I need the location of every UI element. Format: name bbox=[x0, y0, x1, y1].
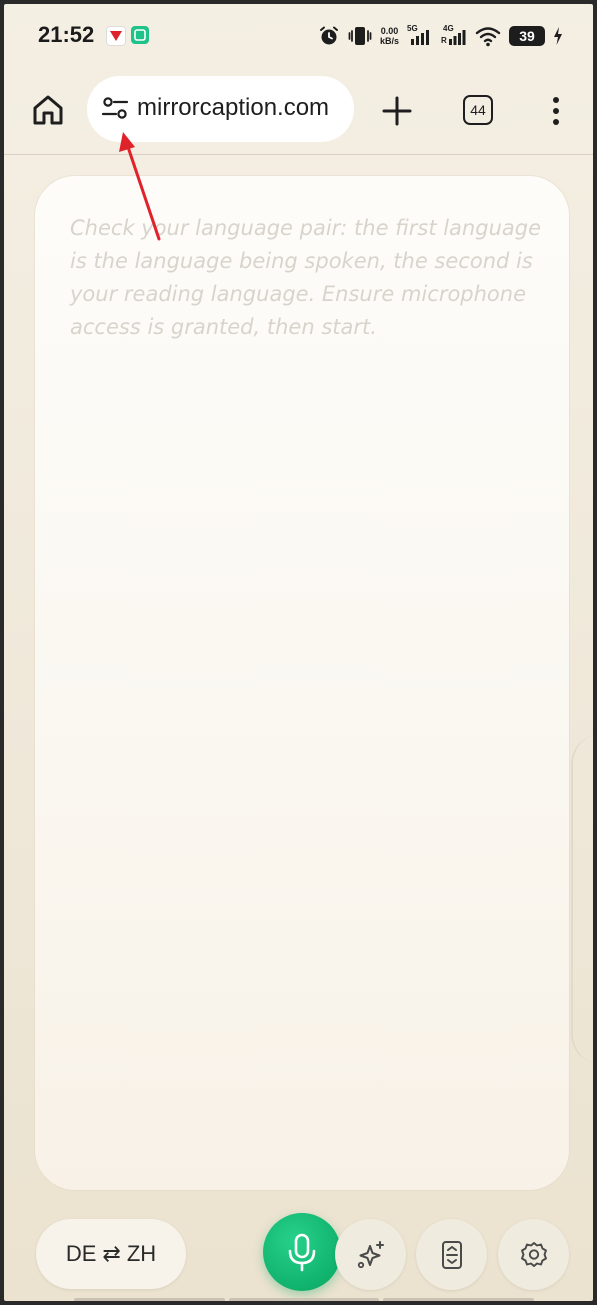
target-language: ZH bbox=[126, 1241, 157, 1266]
battery-indicator: 39 bbox=[509, 26, 545, 46]
net-speed: 0.00 kB/s bbox=[380, 26, 399, 46]
charging-icon bbox=[554, 27, 562, 45]
status-time: 21:52 bbox=[38, 22, 95, 47]
app-notification-green-icon bbox=[131, 26, 149, 44]
swap-languages-icon: ⇄ bbox=[102, 1241, 121, 1266]
source-language: DE bbox=[65, 1241, 97, 1266]
microphone-icon bbox=[288, 1233, 316, 1272]
gesture-segment bbox=[74, 1298, 225, 1301]
caption-panel: Check your language pair: the first lang… bbox=[35, 176, 569, 1190]
net-speed-unit: kB/s bbox=[379, 36, 399, 46]
signal-icon bbox=[449, 30, 466, 45]
net-speed-value: 0.00 bbox=[380, 26, 399, 36]
start-microphone-button[interactable] bbox=[263, 1213, 341, 1291]
app-notification-red-icon bbox=[106, 26, 126, 46]
phone-screen: 21:52 0.00 kB/s 5G 4G R 39 mirrorcaption… bbox=[0, 0, 597, 1305]
vibrate-icon bbox=[348, 27, 372, 45]
tab-switcher-icon[interactable]: 44 bbox=[463, 95, 493, 125]
gesture-bar bbox=[74, 1298, 535, 1301]
signal-5g: 5G bbox=[407, 25, 433, 47]
signal-4g: 4G R bbox=[441, 25, 467, 47]
status-indicators: 0.00 kB/s 5G 4G R 39 bbox=[318, 22, 563, 50]
ai-assistant-button[interactable] bbox=[335, 1219, 406, 1290]
status-bar: 21:52 0.00 kB/s 5G 4G R 39 bbox=[4, 4, 593, 66]
new-tab-icon bbox=[382, 96, 412, 126]
auto-scroll-button[interactable] bbox=[416, 1219, 487, 1290]
toolbar-divider bbox=[4, 154, 593, 155]
new-tab-button[interactable] bbox=[378, 92, 416, 130]
browser-toolbar: mirrorcaption.com 44 bbox=[4, 66, 593, 154]
alarm-icon bbox=[319, 26, 338, 45]
caption-placeholder: Check your language pair: the first lang… bbox=[70, 216, 541, 339]
more-menu-icon[interactable] bbox=[544, 94, 568, 128]
gesture-segment bbox=[383, 1298, 535, 1301]
address-bar[interactable]: mirrorcaption.com bbox=[87, 76, 354, 142]
home-button[interactable] bbox=[28, 90, 68, 130]
ai-sparkle-icon bbox=[357, 1241, 384, 1269]
url-text[interactable]: mirrorcaption.com bbox=[137, 94, 347, 126]
gesture-segment bbox=[228, 1298, 380, 1301]
settings-icon bbox=[521, 1242, 547, 1267]
settings-button[interactable] bbox=[498, 1219, 569, 1290]
language-pair-button[interactable]: DE ⇄ ZH bbox=[36, 1219, 186, 1289]
auto-scroll-icon bbox=[442, 1241, 462, 1269]
side-panel-edge bbox=[571, 734, 593, 1064]
site-settings-icon[interactable] bbox=[100, 93, 130, 123]
signal-icon bbox=[411, 30, 429, 45]
wifi-icon bbox=[475, 27, 501, 47]
home-icon bbox=[33, 95, 63, 125]
